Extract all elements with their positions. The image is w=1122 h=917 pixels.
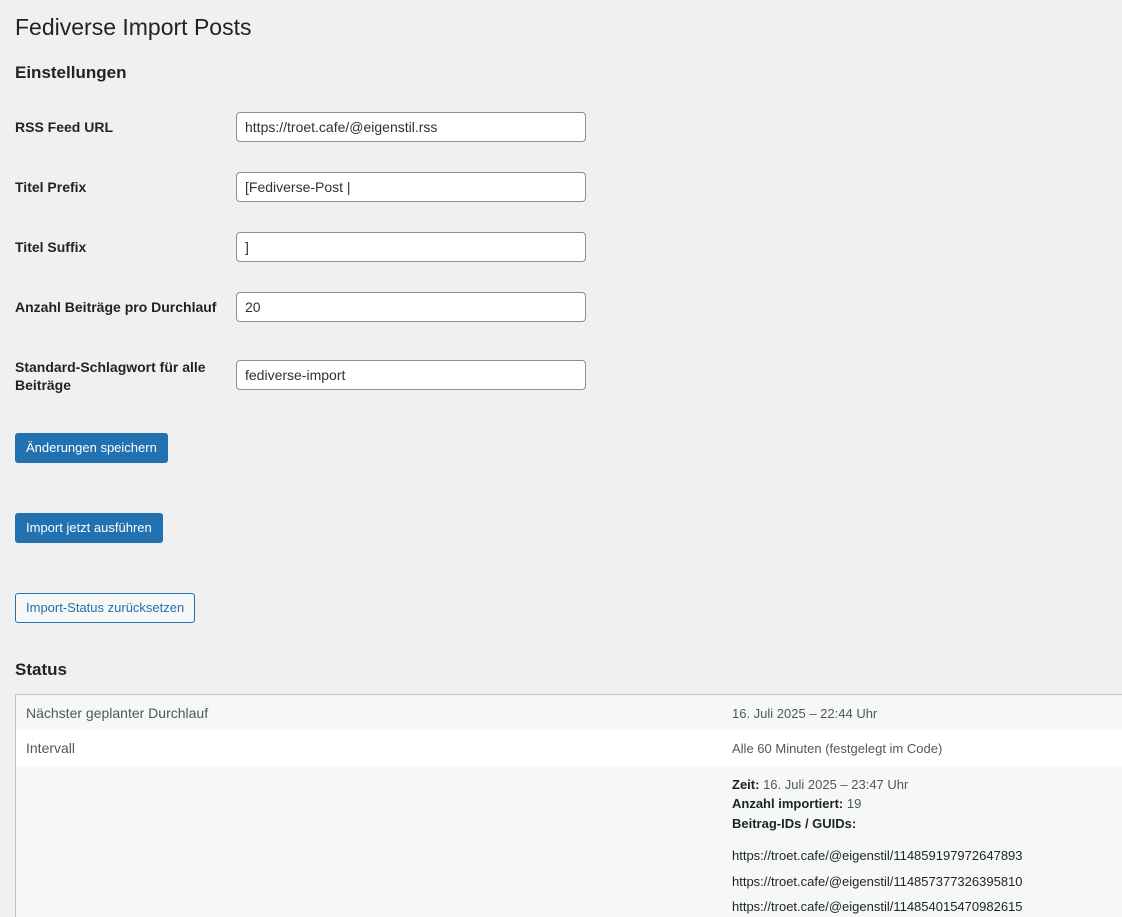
run-import-button[interactable]: Import jetzt ausführen (15, 513, 163, 543)
page-title: Fediverse Import Posts (15, 14, 252, 40)
table-row-last-run: Zeit: 16. Juli 2025 – 23:47 Uhr Anzahl i… (16, 766, 1122, 917)
last-run-count: Anzahl importiert: 19 (732, 795, 861, 813)
list-item: https://troet.cafe/@eigenstil/1148540154… (732, 899, 1023, 914)
reset-import-status-button[interactable]: Import-Status zurücksetzen (15, 593, 196, 623)
status-value: 16. Juli 2025 – 22:44 Uhr (732, 706, 878, 721)
status-key: Nächster geplanter Durchlauf (26, 705, 209, 721)
list-item: https://troet.cafe/@eigenstil/1148591979… (732, 848, 1023, 863)
table-row: Intervall Alle 60 Minuten (festgelegt im… (16, 730, 1122, 766)
posts-per-run-label: Anzahl Beiträge pro Durchlauf (15, 299, 217, 315)
last-run-time-value: 16. Juli 2025 – 23:47 Uhr (763, 777, 909, 792)
rss-feed-url-input[interactable] (236, 112, 586, 142)
last-run-count-label: Anzahl importiert: (732, 796, 844, 811)
save-changes-button[interactable]: Änderungen speichern (15, 433, 168, 463)
title-suffix-input[interactable] (236, 232, 586, 262)
title-suffix-label: Titel Suffix (15, 239, 87, 255)
settings-page: Fediverse Import Posts Einstellungen RSS… (0, 0, 1122, 917)
list-item: https://troet.cafe/@eigenstil/1148573773… (732, 874, 1023, 889)
last-run-time: Zeit: 16. Juli 2025 – 23:47 Uhr (732, 776, 908, 794)
title-prefix-input[interactable] (236, 172, 586, 202)
table-row: Nächster geplanter Durchlauf 16. Juli 20… (16, 695, 1122, 730)
last-run-count-value: 19 (846, 796, 862, 811)
status-key: Intervall (26, 740, 76, 756)
status-section-title: Status (15, 660, 67, 679)
posts-per-run-input[interactable] (236, 292, 586, 322)
last-run-guids-label: Beitrag-IDs / GUIDs: (732, 816, 857, 831)
last-run-time-label: Zeit: (732, 777, 760, 792)
status-table: Nächster geplanter Durchlauf 16. Juli 20… (15, 694, 1122, 917)
settings-section-title: Einstellungen (15, 63, 127, 82)
default-tag-label: Standard-Schlagwort für alle Beiträge (15, 359, 206, 393)
title-prefix-label: Titel Prefix (15, 179, 87, 195)
rss-feed-url-label: RSS Feed URL (15, 119, 114, 135)
status-value: Alle 60 Minuten (festgelegt im Code) (732, 741, 943, 756)
default-tag-input[interactable] (236, 360, 586, 390)
